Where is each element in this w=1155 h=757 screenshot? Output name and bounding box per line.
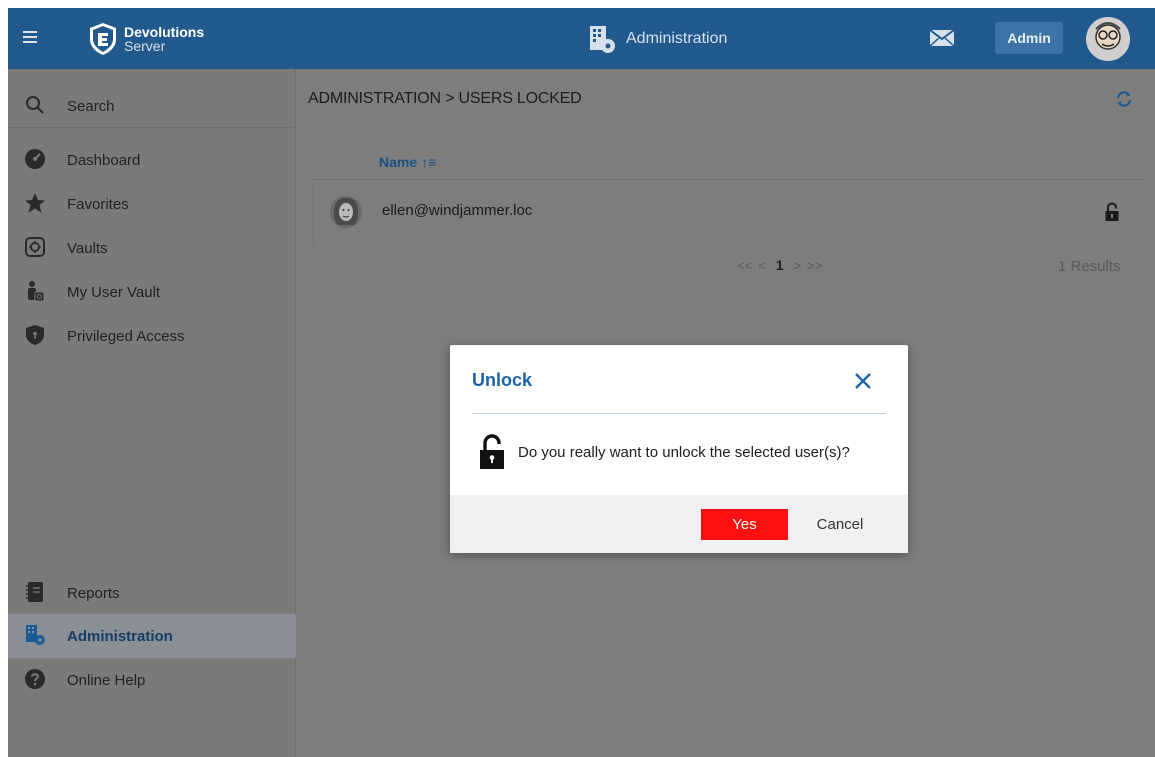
dialog-divider: [472, 413, 886, 414]
pagination: << < 1 > >>: [737, 257, 822, 273]
sidebar-item-label: Reports: [67, 584, 120, 602]
sidebar-item-label: Online Help: [67, 671, 146, 689]
unlock-icon: [480, 434, 504, 469]
sidebar-item-label: Privileged Access: [67, 327, 185, 345]
avatar-face-icon: [1086, 17, 1130, 61]
menu-icon[interactable]: [18, 28, 42, 48]
next-page-button[interactable]: >: [794, 258, 802, 273]
sidebar-item-my-user-vault[interactable]: My User Vault: [8, 270, 296, 314]
refresh-icon[interactable]: [1115, 90, 1133, 108]
divider: [8, 127, 296, 128]
yes-button[interactable]: Yes: [701, 509, 788, 540]
user-avatar[interactable]: [1086, 17, 1130, 61]
prev-page-button[interactable]: <: [758, 258, 766, 273]
mail-icon[interactable]: [929, 28, 955, 48]
dialog-footer: Yes Cancel: [450, 495, 908, 553]
building-gear-icon: [26, 625, 45, 645]
user-vault-icon: [28, 281, 45, 302]
column-header-name[interactable]: Name ↑≡: [379, 154, 436, 170]
sidebar-item-label: Search: [67, 97, 115, 115]
shield-icon: [26, 325, 44, 345]
sidebar-item-privileged-access[interactable]: Privileged Access: [8, 314, 296, 358]
admin-button[interactable]: Admin: [995, 22, 1063, 54]
star-icon: [25, 193, 45, 213]
brand-logo[interactable]: Devolutions Server: [88, 20, 204, 58]
dashboard-icon: [25, 149, 45, 169]
column-header-label: Name: [379, 154, 418, 170]
sidebar-item-label: Favorites: [67, 195, 129, 213]
search-icon: [26, 96, 44, 114]
cancel-button[interactable]: Cancel: [805, 509, 875, 540]
brand-name: Devolutions: [124, 24, 205, 40]
sidebar-item-label: Administration: [67, 627, 173, 645]
top-bar: Devolutions Server Administration Admin: [8, 8, 1155, 69]
unlock-dialog: Unlock Do you really want to unlock the …: [450, 345, 908, 553]
current-page[interactable]: 1: [776, 257, 784, 273]
breadcrumb: ADMINISTRATION > USERS LOCKED: [308, 90, 582, 107]
building-gear-icon: [590, 26, 615, 53]
table-row[interactable]: ellen@windjammer.loc: [313, 180, 1145, 244]
sidebar-item-label: Vaults: [67, 239, 108, 257]
sidebar-item-vaults[interactable]: Vaults: [8, 226, 296, 270]
results-count: 1 Results: [1058, 258, 1121, 275]
sidebar-item-dashboard[interactable]: Dashboard: [8, 138, 296, 182]
close-icon[interactable]: [853, 371, 873, 391]
sidebar-item-search[interactable]: Search: [8, 84, 296, 128]
unlock-icon[interactable]: [1104, 202, 1120, 222]
dialog-message: Do you really want to unlock the selecte…: [518, 444, 850, 461]
reports-icon: [26, 582, 43, 602]
sidebar-item-label: Dashboard: [67, 151, 141, 169]
sidebar-item-online-help[interactable]: Online Help: [8, 658, 296, 702]
sort-ascending-icon: ↑≡: [421, 154, 437, 170]
dialog-title: Unlock: [472, 370, 533, 390]
user-avatar-icon: [330, 196, 362, 228]
section-title-label: Administration: [626, 30, 728, 47]
sidebar-item-reports[interactable]: Reports: [8, 571, 296, 615]
sidebar-item-label: My User Vault: [67, 283, 161, 301]
section-title[interactable]: Administration: [586, 22, 727, 56]
app-window: Devolutions Server Administration Admin: [8, 8, 1155, 757]
first-page-button[interactable]: <<: [737, 258, 752, 273]
sidebar-item-favorites[interactable]: Favorites: [8, 182, 296, 226]
help-icon: [25, 669, 45, 689]
last-page-button[interactable]: >>: [807, 258, 822, 273]
sidebar: Search Dashboard Favorites Vaults My Use…: [8, 69, 296, 757]
vault-icon: [25, 237, 45, 257]
sidebar-item-administration[interactable]: Administration: [8, 614, 296, 658]
user-email: ellen@windjammer.loc: [382, 202, 533, 219]
brand-subtitle: Server: [124, 38, 166, 54]
logo-shield-icon: [90, 23, 116, 55]
